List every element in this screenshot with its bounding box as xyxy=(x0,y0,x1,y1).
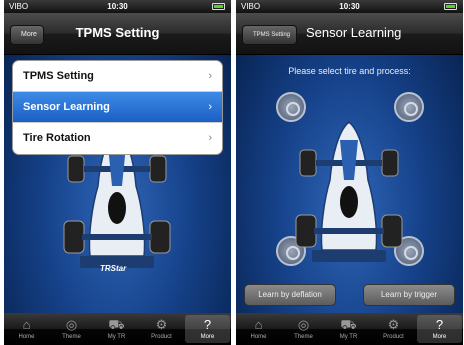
page-title: TPMS Setting xyxy=(75,25,160,40)
tire-front-right-button[interactable] xyxy=(394,92,424,122)
chevron-right-icon: › xyxy=(208,132,212,144)
home-icon: ⌂ xyxy=(254,317,263,332)
status-bar: VIBO 10:30 xyxy=(236,0,463,13)
tab-home[interactable]: ⌂ Home xyxy=(4,313,49,345)
menu-item-label: TPMS Setting xyxy=(23,70,94,82)
tab-theme[interactable]: ◎ Theme xyxy=(49,313,94,345)
status-bar: VIBO 10:30 xyxy=(4,0,231,13)
instruction-text: Please select tire and process: xyxy=(288,66,411,76)
learn-by-trigger-button[interactable]: Learn by trigger xyxy=(363,284,455,306)
tab-my-tr[interactable]: ⛟ My TR xyxy=(326,313,371,345)
theme-icon: ◎ xyxy=(65,317,78,332)
tab-bar: ⌂ Home ◎ Theme ⛟ My TR ⚙ Product ? More xyxy=(236,313,463,345)
battery-icon xyxy=(212,3,225,10)
nav-bar: More TPMS Setting xyxy=(4,13,231,55)
gears-icon: ⚙ xyxy=(155,317,168,332)
tpms-setting-screen: VIBO 10:30 More TPMS Setting TRStar TPMS… xyxy=(4,0,231,345)
help-icon: ? xyxy=(203,317,212,332)
learn-by-deflation-button[interactable]: Learn by deflation xyxy=(244,284,336,306)
clock: 10:30 xyxy=(339,2,360,11)
menu-item-tpms-setting[interactable]: TPMS Setting › xyxy=(13,61,222,92)
page-title: Sensor Learning xyxy=(306,25,402,40)
car-icon: ⛟ xyxy=(108,317,125,332)
race-car-image xyxy=(294,120,404,270)
logo: TRStar xyxy=(100,264,127,273)
back-button[interactable]: TPMS Setting xyxy=(242,25,298,45)
menu-item-tire-rotation[interactable]: Tire Rotation › xyxy=(13,123,222,154)
tab-my-tr[interactable]: ⛟ My TR xyxy=(94,313,139,345)
tab-more[interactable]: ? More xyxy=(185,315,230,343)
tire-front-left-button[interactable] xyxy=(276,92,306,122)
menu-item-sensor-learning[interactable]: Sensor Learning › xyxy=(13,92,222,123)
tab-home[interactable]: ⌂ Home xyxy=(236,313,281,345)
help-icon: ? xyxy=(435,317,444,332)
clock: 10:30 xyxy=(107,2,128,11)
settings-menu: TPMS Setting › Sensor Learning › Tire Ro… xyxy=(12,60,223,155)
sensor-learning-screen: VIBO 10:30 TPMS Setting Sensor Learning … xyxy=(236,0,463,345)
tab-theme[interactable]: ◎ Theme xyxy=(281,313,326,345)
nav-bar: TPMS Setting Sensor Learning xyxy=(236,13,463,55)
menu-item-label: Sensor Learning xyxy=(23,101,110,113)
battery-icon xyxy=(444,3,457,10)
gears-icon: ⚙ xyxy=(387,317,400,332)
tab-product[interactable]: ⚙ Product xyxy=(371,313,416,345)
theme-icon: ◎ xyxy=(297,317,310,332)
chevron-right-icon: › xyxy=(208,70,212,82)
chevron-right-icon: › xyxy=(208,101,212,113)
tab-more[interactable]: ? More xyxy=(417,315,462,343)
car-icon: ⛟ xyxy=(340,317,357,332)
home-icon: ⌂ xyxy=(22,317,31,332)
tab-bar: ⌂ Home ◎ Theme ⛟ My TR ⚙ Product ? More xyxy=(4,313,231,345)
tab-product[interactable]: ⚙ Product xyxy=(139,313,184,345)
menu-item-label: Tire Rotation xyxy=(23,132,91,144)
